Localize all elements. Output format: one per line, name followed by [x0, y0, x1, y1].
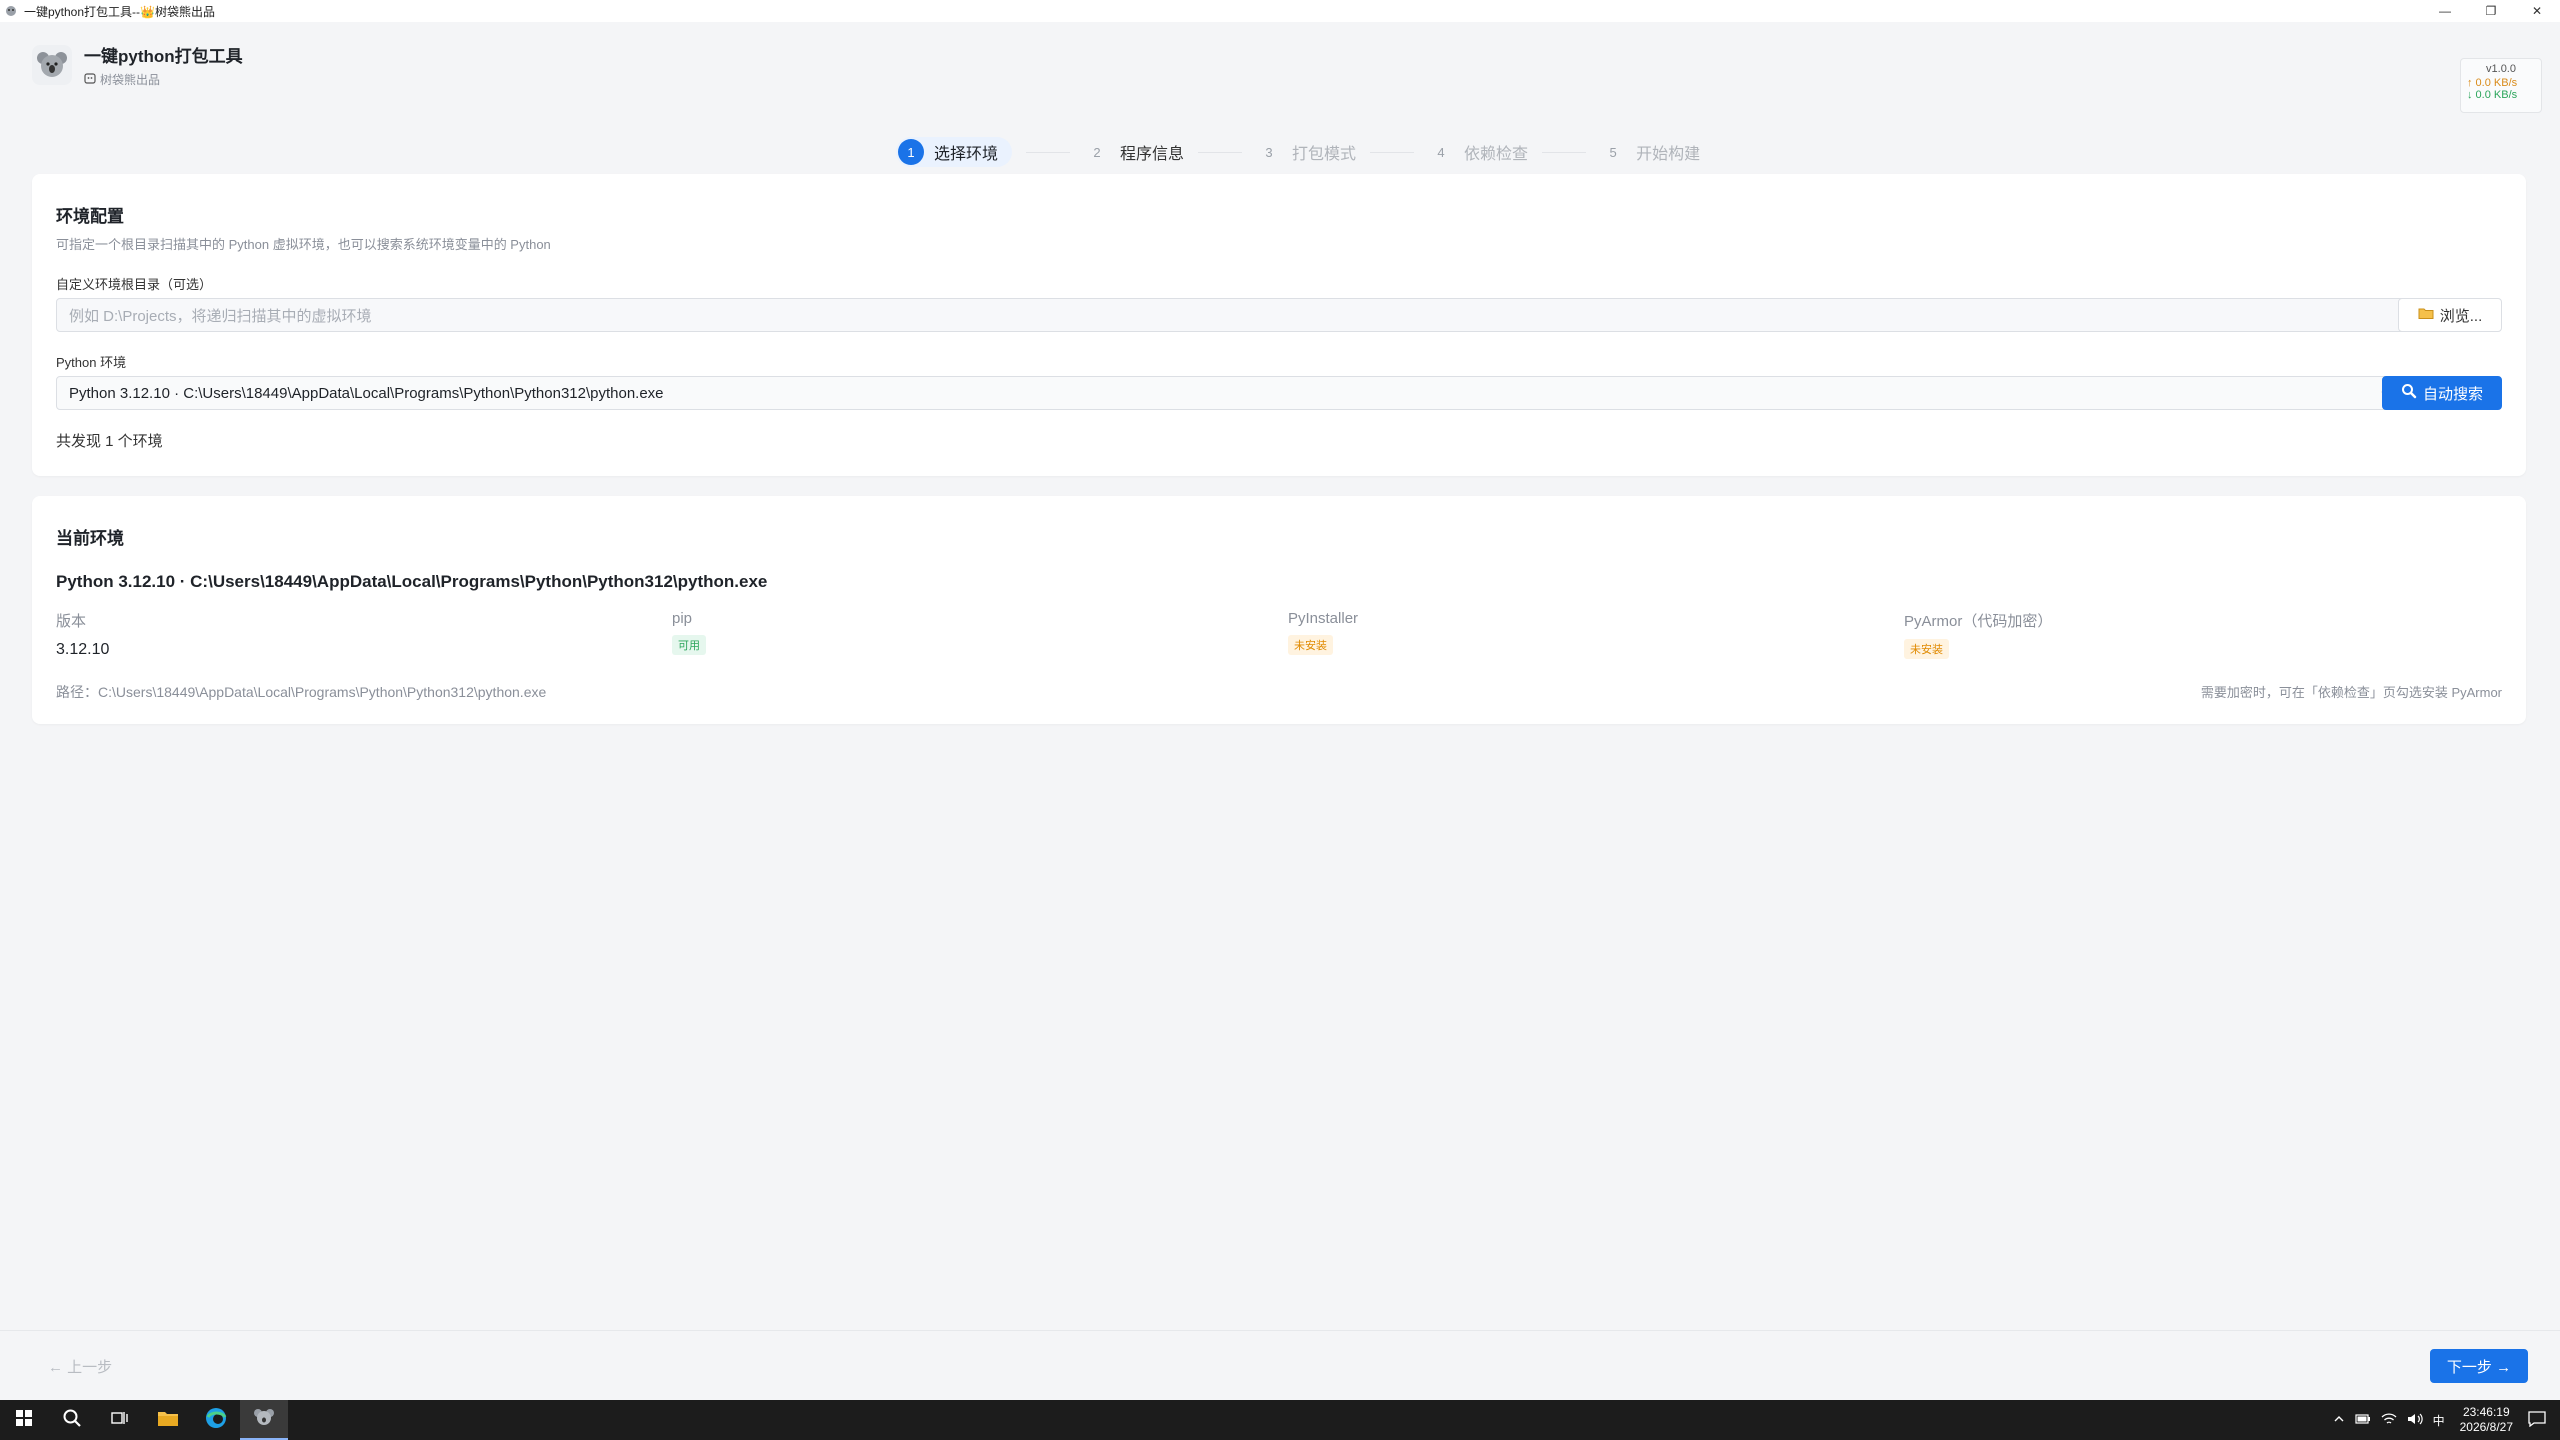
step-label: 依赖检查: [1464, 146, 1529, 163]
subtitle-text: 树袋熊出品: [100, 73, 161, 87]
pyinstaller-status-badge: 未安装: [1288, 635, 1333, 655]
step-label: 打包模式: [1292, 146, 1357, 163]
pyinstaller-column: PyInstaller 未安装: [1288, 610, 1358, 655]
app-subtitle: 树袋熊出品: [84, 71, 243, 88]
version-label: v1.0.0: [2486, 63, 2516, 75]
windows-logo-icon: [16, 1409, 32, 1431]
step-number: 4: [1437, 144, 1445, 160]
step-label: 程序信息: [1120, 146, 1185, 163]
current-env-card: 当前环境 Python 3.12.10 · C:\Users\18449\App…: [32, 496, 2526, 724]
step-3[interactable]: 3 打包模式: [1256, 139, 1356, 165]
app-title: 一键python打包工具: [84, 47, 243, 66]
edge-icon: [205, 1407, 227, 1434]
pip-label: pip: [672, 610, 693, 627]
pyarmor-column: PyArmor（代码加密） 未安装: [1904, 610, 2052, 659]
taskbar: 中 23:46:19 2026/8/27: [0, 1400, 2560, 1440]
volume-icon[interactable]: [2407, 1412, 2423, 1429]
folder-icon: [157, 1409, 179, 1432]
step-5[interactable]: 5 开始构建: [1600, 139, 1700, 165]
pyarmor-status-badge: 未安装: [1904, 639, 1949, 659]
step-number: 3: [1265, 144, 1273, 160]
notification-icon[interactable]: [2528, 1410, 2546, 1430]
python-env-selected: Python 3.12.10 · C:\Users\18449\AppData\…: [69, 384, 664, 402]
crown-icon: [84, 72, 96, 87]
start-button[interactable]: [0, 1400, 48, 1440]
pyinstaller-label: PyInstaller: [1288, 610, 1359, 627]
step-divider: [1198, 151, 1243, 153]
step-number: 1: [898, 139, 924, 165]
pyarmor-label: PyArmor（代码加密）: [1904, 613, 2053, 630]
window-title: 一键python打包工具--👑树袋熊出品: [24, 4, 215, 19]
network-speed-widget: v1.0.0 ↑ 0.0 KB/s ↓ 0.0 KB/s: [2460, 58, 2542, 113]
file-explorer-button[interactable]: [144, 1400, 192, 1440]
title-bar: 一键python打包工具--👑树袋熊出品 — ❐ ✕: [0, 0, 2560, 22]
root-dir-label: 自定义环境根目录（可选）: [56, 277, 213, 292]
task-view-button[interactable]: [96, 1400, 144, 1440]
clock[interactable]: 23:46:19 2026/8/27: [2460, 1405, 2513, 1435]
clock-time: 23:46:19: [2462, 1405, 2510, 1419]
step-divider: [1026, 151, 1071, 153]
koala-logo-icon: [32, 45, 72, 85]
step-divider: [1370, 151, 1415, 153]
version-label: 版本: [56, 613, 87, 630]
battery-icon[interactable]: [2354, 1413, 2371, 1428]
wifi-icon[interactable]: [2381, 1412, 2397, 1429]
step-label: 开始构建: [1636, 146, 1701, 163]
env-config-description: 可指定一个根目录扫描其中的 Python 虚拟环境，也可以搜索系统环境变量中的 …: [56, 237, 551, 252]
python-env-select[interactable]: Python 3.12.10 · C:\Users\18449\AppData\…: [56, 376, 2402, 410]
pip-column: pip 可用: [672, 610, 706, 655]
auto-search-button[interactable]: 自动搜索: [2382, 376, 2502, 410]
browse-label: 浏览...: [2439, 307, 2483, 325]
step-4[interactable]: 4 依赖检查: [1428, 139, 1528, 165]
env-config-title: 环境配置: [56, 207, 124, 226]
prev-step-button[interactable]: ← 上一步: [48, 1356, 112, 1377]
koala-logo-icon: [253, 1406, 275, 1433]
system-tray: 中 23:46:19 2026/8/27: [2328, 1400, 2560, 1440]
search-icon: [62, 1408, 82, 1433]
env-path: 路径：C:\Users\18449\AppData\Local\Programs…: [56, 684, 547, 700]
edge-browser-button[interactable]: [192, 1400, 240, 1440]
version-column: 版本 3.12.10: [56, 610, 109, 659]
current-env-title: 当前环境: [56, 529, 124, 548]
python-env-label: Python 环境: [56, 355, 127, 370]
task-view-icon: [111, 1410, 129, 1431]
minimize-button[interactable]: —: [2422, 0, 2468, 22]
ime-indicator[interactable]: 中: [2433, 1412, 2445, 1429]
current-env-name: Python 3.12.10 · C:\Users\18449\AppData\…: [56, 572, 768, 591]
folder-icon: [2418, 306, 2434, 324]
root-dir-input[interactable]: 例如 D:\Projects，将递归扫描其中的虚拟环境: [56, 298, 2410, 332]
app-header: 一键python打包工具 树袋熊出品 v1.0.0 ↑ 0.0 KB/s ↓ 0…: [0, 22, 2560, 172]
taskbar-search[interactable]: [48, 1400, 96, 1440]
pyarmor-hint: 需要加密时，可在「依赖检查」页勾选安装 PyArmor: [2200, 685, 2502, 700]
brand: 一键python打包工具 树袋熊出品: [32, 42, 243, 88]
step-number: 2: [1093, 144, 1101, 160]
step-number: 5: [1609, 144, 1617, 160]
footer-divider: [0, 1330, 2560, 1331]
upload-speed: ↑ 0.0 KB/s: [2467, 77, 2518, 89]
next-step-button[interactable]: 下一步 →: [2430, 1349, 2528, 1383]
auto-search-label: 自动搜索: [2422, 385, 2483, 403]
clock-date: 2026/8/27: [2459, 1420, 2513, 1434]
app-icon: [4, 4, 18, 18]
step-1[interactable]: 1 选择环境: [896, 137, 1013, 167]
env-config-card: 环境配置 可指定一个根目录扫描其中的 Python 虚拟环境，也可以搜索系统环境…: [32, 174, 2526, 476]
step-label: 选择环境: [934, 146, 999, 163]
step-indicator: 1 选择环境 2 程序信息 3 打包模式 4 依赖检查 5 开始构建: [896, 137, 1700, 167]
found-count: 共发现 1 个环境: [56, 433, 163, 450]
root-dir-placeholder: 例如 D:\Projects，将递归扫描其中的虚拟环境: [69, 307, 372, 325]
browse-button[interactable]: 浏览...: [2398, 298, 2502, 332]
maximize-button[interactable]: ❐: [2468, 0, 2514, 22]
packer-app-button[interactable]: [240, 1400, 288, 1440]
version-value: 3.12.10: [56, 641, 110, 658]
close-button[interactable]: ✕: [2514, 0, 2560, 22]
chevron-up-icon[interactable]: [2333, 1413, 2345, 1428]
search-icon: [2401, 383, 2417, 403]
download-speed: ↓ 0.0 KB/s: [2467, 89, 2518, 101]
pip-status-badge: 可用: [672, 635, 706, 655]
step-2[interactable]: 2 程序信息: [1084, 139, 1184, 165]
step-divider: [1542, 151, 1587, 153]
